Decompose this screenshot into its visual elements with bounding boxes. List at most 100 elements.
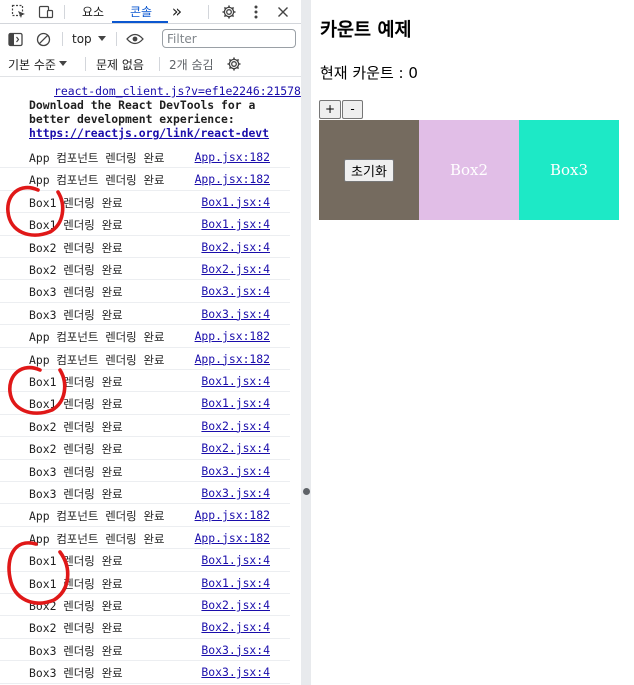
log-source-link[interactable]: Box1.jsx:4 bbox=[201, 217, 270, 231]
reset-button[interactable]: 초기화 bbox=[344, 158, 394, 182]
log-message: Box2 렌더링 완료 bbox=[29, 442, 123, 457]
log-levels-label: 기본 수준 bbox=[8, 57, 56, 72]
log-source-link[interactable]: Box1.jsx:4 bbox=[201, 396, 270, 410]
log-message: Box2 렌더링 완료 bbox=[29, 599, 123, 613]
log-source-link[interactable]: Box2.jsx:4 bbox=[201, 441, 270, 455]
log-message: Box1 렌더링 완료 bbox=[29, 218, 123, 233]
console-log-row: App 컴포넌트 렌더링 완료 App.jsx:182 bbox=[0, 325, 290, 348]
notice-line-2: better development experience: bbox=[29, 112, 235, 126]
log-source-link[interactable]: Box3.jsx:4 bbox=[201, 284, 270, 298]
box3-label: Box3 bbox=[549, 161, 589, 179]
log-source-link[interactable]: Box1.jsx:4 bbox=[201, 576, 270, 590]
sidebar-toggle-icon[interactable] bbox=[8, 26, 26, 52]
log-message: Box3 렌더링 완료 bbox=[29, 307, 123, 322]
clear-console-icon[interactable] bbox=[36, 26, 54, 52]
log-source-link[interactable]: App.jsx:182 bbox=[195, 508, 270, 522]
log-source-link[interactable]: App.jsx:182 bbox=[195, 352, 270, 366]
log-source-link[interactable]: App.jsx:182 bbox=[195, 531, 270, 545]
console-log-row: Box2 렌더링 완료 Box2.jsx:4 bbox=[0, 616, 290, 639]
notice-link[interactable]: https://reactjs.org/link/react-devt bbox=[29, 126, 269, 140]
console-log-row: Box3 렌더링 완료 Box3.jsx:4 bbox=[0, 460, 290, 482]
page-title: 카운트 예제 bbox=[320, 20, 412, 41]
console-log-row: Box1 렌더링 완료 Box1.jsx:4 bbox=[0, 370, 290, 393]
console-log-row: Box2 렌더링 완료 Box2.jsx:4 bbox=[0, 437, 290, 460]
devtools-tab-bar: 요소 콘솔 » bbox=[0, 0, 301, 24]
more-tabs-chevron-icon[interactable]: » bbox=[166, 0, 188, 23]
inspect-element-icon[interactable] bbox=[8, 0, 30, 23]
splitter-handle[interactable] bbox=[303, 488, 310, 495]
log-message: Box2 렌더링 완료 bbox=[29, 419, 123, 434]
log-source-link[interactable]: Box2.jsx:4 bbox=[201, 262, 270, 276]
log-source-link[interactable]: Box3.jsx:4 bbox=[201, 464, 270, 478]
console-log-row: Box2 렌더링 완료 Box2.jsx:4 bbox=[0, 415, 290, 438]
console-log-row: Box2 렌더링 완료 Box2.jsx:4 bbox=[0, 258, 290, 281]
log-levels-chevron-icon bbox=[58, 61, 67, 66]
log-source-link[interactable]: Box2.jsx:4 bbox=[201, 620, 270, 634]
decrement-button[interactable]: - bbox=[342, 100, 363, 119]
log-message: Box1 렌더링 완료 bbox=[29, 375, 123, 389]
notice-line-1: Download the React DevTools for a bbox=[29, 98, 256, 112]
panel-splitter[interactable] bbox=[301, 0, 311, 685]
tab-elements[interactable]: 요소 bbox=[72, 0, 114, 23]
console-log-row: Box1 렌더링 완료 Box1.jsx:4 bbox=[0, 392, 290, 415]
log-source-link[interactable]: Box2.jsx:4 bbox=[201, 240, 270, 254]
log-message: Box3 렌더링 완료 bbox=[29, 643, 123, 658]
hidden-messages-count: 2개 숨김 bbox=[169, 57, 214, 72]
log-message: Box2 렌더링 완료 bbox=[29, 621, 123, 636]
console-log-row: App 컴포넌트 렌더링 완료 App.jsx:182 bbox=[0, 168, 290, 191]
log-source-link[interactable]: Box2.jsx:4 bbox=[201, 419, 270, 433]
devtools-panel: 요소 콘솔 » top 기본 수준 bbox=[0, 0, 301, 685]
log-message: Box2 렌더링 완료 bbox=[29, 263, 123, 277]
console-log-row: Box3 렌더링 완료 Box3.jsx:4 bbox=[0, 661, 290, 684]
live-expression-eye-icon[interactable] bbox=[126, 26, 146, 52]
console-log-row: Box1 렌더링 완료 Box1.jsx:4 bbox=[0, 191, 290, 214]
log-message: Box1 렌더링 완료 bbox=[29, 397, 123, 412]
log-source-link[interactable]: Box1.jsx:4 bbox=[201, 553, 270, 567]
log-message: App 컴포넌트 렌더링 완료 bbox=[29, 173, 165, 188]
tab-console[interactable]: 콘솔 bbox=[114, 0, 168, 23]
console-filter-input[interactable] bbox=[162, 29, 296, 48]
box3: Box3 bbox=[519, 120, 619, 220]
notice-source-link[interactable]: react-dom_client.js?v=ef1e2246:21578 bbox=[54, 84, 301, 98]
log-source-link[interactable]: Box1.jsx:4 bbox=[201, 195, 270, 209]
console-log-row: App 컴포넌트 렌더링 완료 App.jsx:182 bbox=[0, 146, 290, 169]
log-source-link[interactable]: Box3.jsx:4 bbox=[201, 643, 270, 657]
log-message: App 컴포넌트 렌더링 완료 bbox=[29, 330, 165, 345]
increment-button[interactable]: + bbox=[319, 100, 342, 119]
active-tab-indicator bbox=[112, 21, 168, 23]
device-toolbar-icon[interactable] bbox=[35, 0, 57, 23]
app-page: 카운트 예제 현재 카운트 : 0 + - 초기화 Box2 Box3 bbox=[311, 0, 634, 685]
log-message: Box3 렌더링 완료 bbox=[29, 464, 123, 479]
log-source-link[interactable]: Box1.jsx:4 bbox=[201, 374, 270, 388]
log-message: Box2 렌더링 완료 bbox=[29, 240, 123, 255]
log-message: Box3 렌더링 완료 bbox=[29, 666, 123, 681]
context-dropdown-icon[interactable] bbox=[98, 26, 108, 52]
console-log-row: Box3 렌더링 완료 Box3.jsx:4 bbox=[0, 482, 290, 505]
console-log-row: App 컴포넌트 렌더링 완료 App.jsx:182 bbox=[0, 348, 290, 370]
log-source-link[interactable]: Box2.jsx:4 bbox=[201, 598, 270, 612]
kebab-menu-icon[interactable] bbox=[246, 0, 266, 23]
console-level-bar: 기본 수준 문제 없음 2개 숨김 bbox=[0, 52, 301, 77]
log-source-link[interactable]: Box3.jsx:4 bbox=[201, 307, 270, 321]
log-message: Box3 렌더링 완료 bbox=[29, 285, 123, 300]
log-message: Box1 렌더링 완료 bbox=[29, 554, 123, 569]
console-log-row: App 컴포넌트 렌더링 완료 App.jsx:182 bbox=[0, 504, 290, 527]
log-levels-dropdown[interactable]: 기본 수준 bbox=[8, 52, 67, 76]
box1: 초기화 bbox=[319, 120, 419, 220]
log-source-link[interactable]: Box3.jsx:4 bbox=[201, 486, 270, 500]
console-log-row: Box3 렌더링 완료 Box3.jsx:4 bbox=[0, 303, 290, 326]
close-icon[interactable] bbox=[272, 0, 294, 23]
issues-count[interactable]: 문제 없음 bbox=[96, 52, 144, 76]
log-source-link[interactable]: App.jsx:182 bbox=[195, 150, 270, 164]
log-message: App 컴포넌트 렌더링 완료 bbox=[29, 352, 165, 367]
log-source-link[interactable]: Box3.jsx:4 bbox=[201, 665, 270, 679]
settings-gear-icon[interactable] bbox=[218, 0, 240, 23]
log-message: App 컴포넌트 렌더링 완료 bbox=[29, 531, 165, 546]
console-settings-gear-icon[interactable] bbox=[226, 52, 244, 76]
context-selector[interactable]: top bbox=[72, 26, 92, 52]
log-source-link[interactable]: App.jsx:182 bbox=[195, 329, 270, 343]
log-source-link[interactable]: App.jsx:182 bbox=[195, 172, 270, 186]
console-log-row: Box2 렌더링 완료 Box2.jsx:4 bbox=[0, 594, 290, 617]
log-message: App 컴포넌트 렌더링 완료 bbox=[29, 151, 165, 165]
log-message: Box3 렌더링 완료 bbox=[29, 487, 123, 501]
